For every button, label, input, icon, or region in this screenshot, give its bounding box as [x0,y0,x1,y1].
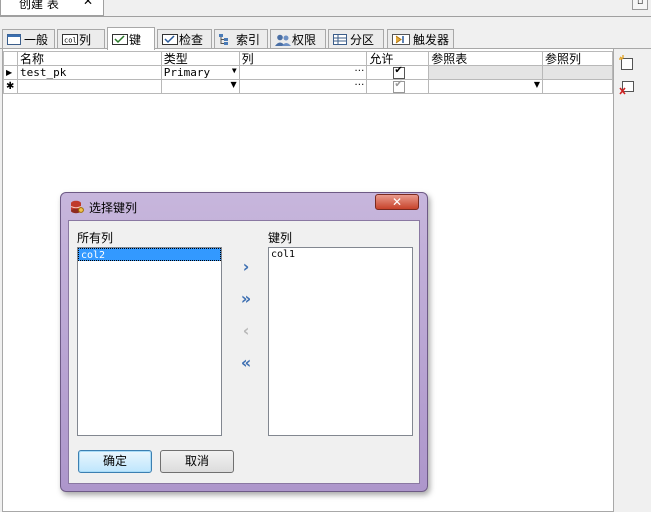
ref-table-cell[interactable]: ▼ [428,79,544,94]
column-header-ref-columns[interactable]: 参照列 [542,51,613,66]
new-row-marker: ✱ [3,79,18,94]
tab-label: 键 [129,32,142,47]
column-icon: col [62,34,78,45]
enabled-cell[interactable] [366,79,430,94]
table-row[interactable]: ▶ test_pk Primary ▼ … [3,65,613,80]
tab-label: 索引 [236,33,261,47]
column-header-name[interactable]: 名称 [16,51,162,66]
remove-column-button[interactable]: ‹ [235,321,257,340]
key-name-cell[interactable] [16,79,162,94]
dialog-body: 所有列 键列 col2 › » ‹ « col1 确定 取消 [68,220,420,484]
select-key-columns-dialog: 选择键列 ✕ 所有列 键列 col2 › » ‹ « col1 确定 取消 [60,192,428,492]
enabled-checkbox[interactable] [393,81,406,93]
dropdown-arrow-icon[interactable]: ▼ [534,81,540,90]
tab-general[interactable]: 一般 [2,29,55,49]
database-key-icon [70,200,84,214]
key-type-cell[interactable]: ▼ [160,79,240,94]
list-item[interactable]: col2 [78,248,221,261]
tab-label: 触发器 [413,33,450,47]
document-tab-title: 创建 表 [19,0,59,11]
key-columns-cell[interactable]: … [238,65,368,80]
designer-tabs: 一般 col 列 键 检查 索引 权限 分区 触发器 [0,27,651,50]
ref-table-cell [428,65,544,80]
key-type-value: Primary [163,66,211,79]
ref-columns-cell [542,65,613,80]
add-all-columns-button[interactable]: » [235,289,257,308]
dropdown-arrow-icon[interactable]: ▼ [232,67,237,76]
document-tab[interactable]: 创建 表 ✕ [0,0,104,16]
ellipsis-button[interactable]: … [354,67,364,75]
column-header-enabled[interactable]: 允许 [366,51,430,66]
key-columns-cell[interactable]: … [238,79,368,94]
tab-triggers[interactable]: 触发器 [387,29,454,49]
tab-label: 检查 [179,33,204,47]
delete-key-button[interactable] [619,80,635,96]
key-name-cell[interactable]: test_pk [16,65,162,80]
enabled-cell[interactable] [366,65,430,80]
dropdown-arrow-icon[interactable]: ▼ [230,81,236,90]
tab-label: 权限 [292,33,317,47]
grid-toolbar [615,49,651,512]
enabled-checkbox[interactable] [393,67,406,79]
tab-label: 列 [79,33,92,47]
grid-row-header-corner [3,51,18,66]
ok-button[interactable]: 确定 [78,450,152,473]
list-item[interactable]: col1 [269,248,412,261]
key-columns-list[interactable]: col1 [268,247,413,436]
current-row-marker: ▶ [3,65,18,80]
cancel-button[interactable]: 取消 [160,450,234,473]
tab-columns[interactable]: col 列 [57,29,105,49]
document-tab-close-icon[interactable]: ✕ [83,0,93,8]
column-header-type[interactable]: 类型 [160,51,240,66]
tab-checks[interactable]: 检查 [157,29,212,49]
column-header-ref-table[interactable]: 参照表 [428,51,544,66]
all-columns-label: 所有列 [77,231,114,245]
ellipsis-button[interactable]: … [354,81,364,89]
remove-all-columns-button[interactable]: « [235,353,257,372]
table-icon [333,34,347,45]
table-row[interactable]: ✱ ▼ … ▼ [3,79,613,94]
key-columns-label: 键列 [268,231,293,245]
all-columns-list[interactable]: col2 [77,247,222,436]
tab-label: 一般 [24,33,49,47]
column-header-columns[interactable]: 列 [238,51,368,66]
tab-keys[interactable]: 键 [107,27,155,50]
grid-header-row: 名称 类型 列 允许 参照表 参照列 [3,51,613,66]
ref-columns-cell[interactable] [542,79,613,94]
trigger-icon [392,34,410,45]
dialog-title: 选择键列 [89,201,138,215]
restore-window-button[interactable]: ▫ [632,0,648,10]
tab-label: 分区 [350,33,375,47]
users-icon [275,34,291,46]
keys-grid: 名称 类型 列 允许 参照表 参照列 ▶ test_pk Primary ▼ … … [3,51,613,94]
index-icon [219,34,233,45]
document-tabbar: 创建 表 ✕ ▫ [0,0,651,17]
dialog-close-button[interactable]: ✕ [375,194,419,210]
delete-row-icon [619,81,634,95]
add-key-button[interactable] [619,55,635,71]
tab-partitions[interactable]: 分区 [328,29,384,49]
tab-privileges[interactable]: 权限 [270,29,326,49]
new-row-icon [619,55,633,70]
key-type-cell[interactable]: Primary ▼ [160,65,240,80]
window-icon [7,34,21,45]
tab-indexes[interactable]: 索引 [214,29,268,49]
key-check-icon [112,33,128,45]
check-icon [162,34,178,45]
add-column-button[interactable]: › [235,257,257,276]
svg-text:col: col [64,37,77,45]
